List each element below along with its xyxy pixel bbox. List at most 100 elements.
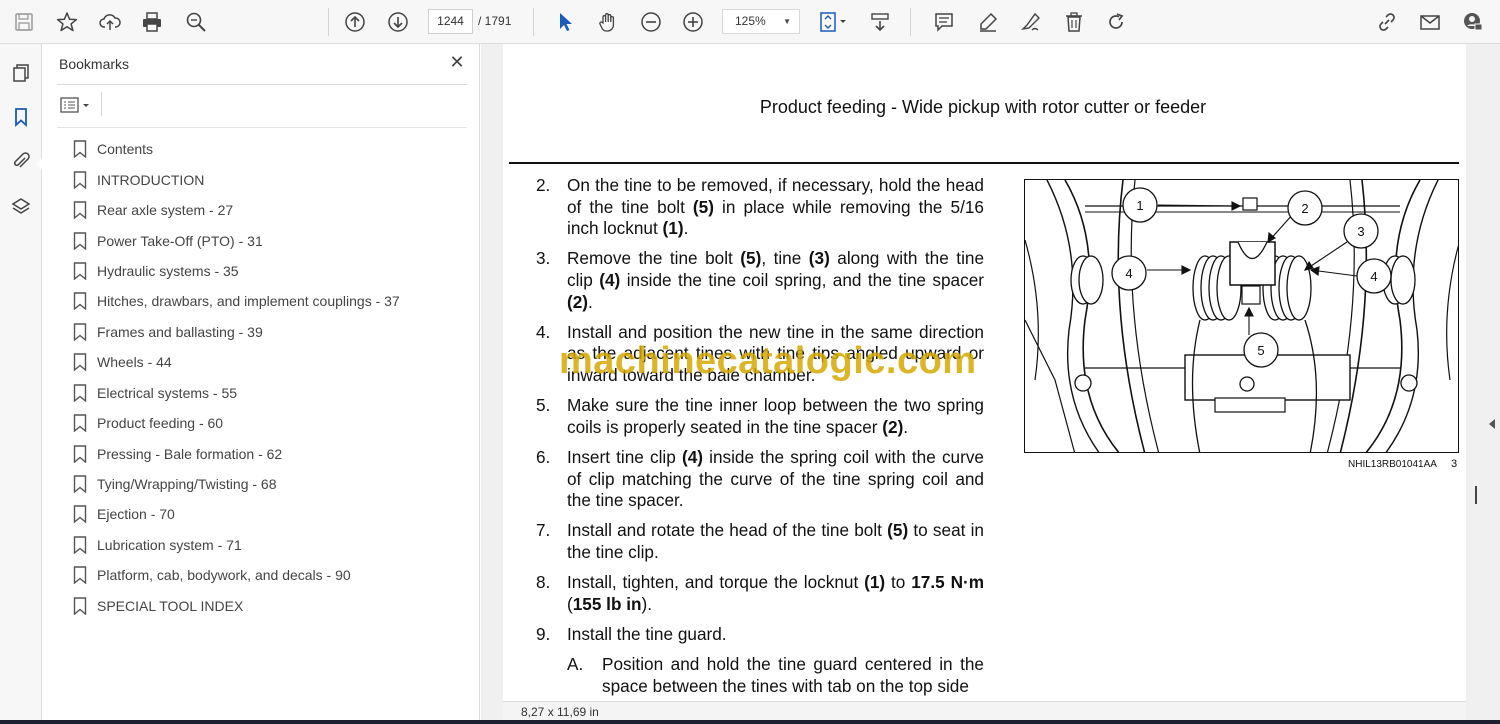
page-header: Product feeding - Wide pickup with rotor… [759,97,1207,117]
comment-icon[interactable] [930,8,958,36]
bookmark-icon [73,536,87,554]
page-total: / 1791 [478,14,512,28]
cloud-upload-icon[interactable] [96,8,124,36]
bookmark-item[interactable]: Electrical systems - 55 [73,378,468,408]
bookmark-icon [73,292,87,311]
callout-5: 5 [1257,343,1264,358]
header-rule [509,162,1459,164]
figure-number: 3 [1451,458,1458,470]
bookmark-icon [73,170,87,189]
bookmark-item[interactable]: Contents [73,134,468,164]
bookmark-item[interactable]: Hydraulic systems - 35 [73,256,468,286]
main-toolbar: 1244 / 1791 125% ▼ [0,0,1500,44]
procedure-step: 3. Remove the tine bolt (5), tine (3) alo… [536,248,984,313]
list-options-icon [60,97,89,113]
bookmark-item[interactable]: Power Take-Off (PTO) - 31 [73,225,468,255]
page-thumbnails-icon[interactable] [8,60,34,86]
step-text: On the tine to be removed, if necessary,… [567,175,984,239]
step-number: 8. [536,572,551,593]
procedure-step: 5. Make sure the tine inner loop between … [536,395,984,438]
bookmark-item[interactable]: Frames and ballasting - 39 [73,317,468,347]
watermark: machinecatalogic.com [559,340,977,382]
bookmark-icon [73,505,87,524]
bookmark-panel-icon[interactable] [8,104,34,130]
next-page-icon[interactable] [384,8,412,36]
bookmark-icon [73,597,87,615]
bookmark-label: Hydraulic systems - 35 [97,262,239,279]
bookmark-item[interactable]: Wheels - 44 [73,347,468,377]
substep-text: Position and hold the tine guard centere… [602,654,984,696]
bookmark-icon [73,323,87,341]
bookmark-label: Power Take-Off (PTO) - 31 [97,232,263,249]
bookmark-icon [73,140,87,159]
fit-page-icon[interactable] [813,8,851,36]
bookmark-icon [73,566,87,585]
scrollbar-thumb[interactable] [1475,486,1477,504]
bookmark-label: Product feeding - 60 [97,415,224,432]
bookmark-item[interactable]: Platform, cab, bodywork, and decals - 90 [73,560,468,590]
procedure-step: 7. Install and rotate the head of the tin… [536,520,984,563]
bookmark-label: Lubrication system - 71 [97,536,242,553]
bookmark-item[interactable]: SPECIAL TOOL INDEX [73,591,468,621]
bookmark-item[interactable]: Hitches, drawbars, and implement couplin… [73,286,468,316]
substep-letter: A. [567,654,584,675]
step-text: Make sure the tine inner loop between th… [567,395,984,437]
vertical-scrollbar[interactable] [1468,44,1500,720]
bookmark-options-button[interactable] [59,95,93,115]
scroll-mode-icon[interactable] [866,8,894,36]
zoom-level-select[interactable]: 125% ▼ [722,9,800,34]
step-text: Install and rotate the head of the tine … [567,520,984,562]
bookmark-icon [73,353,87,372]
star-icon[interactable] [53,8,81,36]
bookmark-item[interactable]: Product feeding - 60 [73,408,468,438]
bookmark-label: Wheels - 44 [97,354,172,371]
step-number: 9. [536,623,551,644]
bookmarks-title: Bookmarks [59,56,130,72]
close-icon[interactable]: ✕ [447,52,467,72]
page-size-bar: 8,27 x 11,69 in [503,701,1466,720]
email-icon[interactable] [1416,8,1444,36]
zoom-search-icon[interactable] [182,8,210,36]
hand-tool-icon[interactable] [594,8,622,36]
bookmark-icon [73,231,87,250]
expand-right-panel-icon[interactable] [1488,419,1496,429]
bookmark-label: Electrical systems - 55 [97,384,238,401]
account-lock-icon[interactable] [1459,8,1487,36]
delete-icon[interactable] [1060,8,1088,36]
zoom-in-icon[interactable] [679,8,707,36]
bookmark-icon [73,201,87,220]
bookmark-item[interactable]: Lubrication system - 71 [73,530,468,560]
highlight-pen-icon[interactable] [974,8,1002,36]
page-size-label: 8,27 x 11,69 in [521,705,599,719]
layers-icon[interactable] [8,194,34,220]
zoom-level-value: 125% [735,14,766,28]
pdf-viewer-window: 1244 / 1791 125% ▼ Bookmarks ✕ Contents … [0,0,1500,724]
callout-4-right: 4 [1370,269,1377,284]
procedure-step: 9. Install the tine guard. [536,624,984,646]
bookmark-item[interactable]: Rear axle system - 27 [73,195,468,225]
bookmark-item[interactable]: Tying/Wrapping/Twisting - 68 [73,469,468,499]
document-area: Product feeding - Wide pickup with rotor… [481,44,1500,720]
bookmark-item[interactable]: Ejection - 70 [73,499,468,529]
sign-icon[interactable] [1017,8,1045,36]
step-number: 3. [536,248,551,269]
bookmark-label: Frames and ballasting - 39 [97,323,263,340]
bookmark-label: Contents [97,141,154,158]
bookmark-item[interactable]: Pressing - Bale formation - 62 [73,438,468,468]
select-cursor-icon[interactable] [551,8,579,36]
step-number: 7. [536,520,551,541]
bookmark-label: Pressing - Bale formation - 62 [97,445,283,462]
bookmark-icon [73,384,87,402]
callout-1: 1 [1136,198,1143,213]
previous-page-icon[interactable] [341,8,369,36]
attachment-icon[interactable] [8,148,34,174]
zoom-out-icon[interactable] [637,8,665,36]
rotate-icon[interactable] [1102,8,1130,36]
save-icon[interactable] [10,8,38,36]
print-icon[interactable] [138,8,166,36]
link-icon[interactable] [1373,8,1401,36]
bookmark-item[interactable]: INTRODUCTION [73,164,468,194]
bookmark-label: SPECIAL TOOL INDEX [97,597,244,614]
bookmark-icon [73,475,87,494]
page-number-input[interactable]: 1244 [428,9,473,34]
